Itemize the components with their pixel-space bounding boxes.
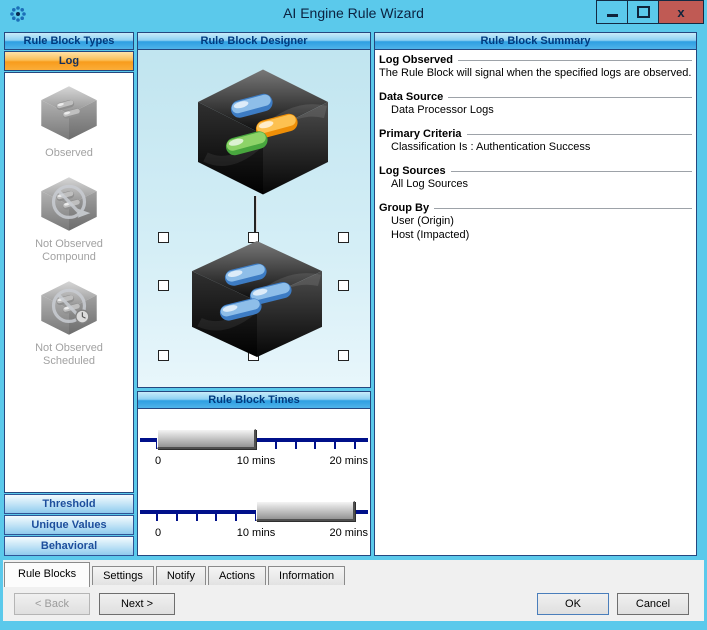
slider-label-mid: 10 mins [236,527,276,539]
minimize-icon [606,13,618,17]
slider-bar[interactable] [256,501,355,521]
designer-canvas[interactable] [138,50,370,388]
rule-block-types-panel: Rule Block Types Log Observed Not Observ… [4,32,134,556]
close-button[interactable]: x [658,0,704,24]
slider-label-min: 0 [155,455,162,467]
rule-block-designer-header: Rule Block Designer [138,33,370,50]
back-button[interactable]: < Back [14,593,90,615]
summary-section-log-sources: Log Sources All Log Sources [379,165,692,191]
unique-values-type-button[interactable]: Unique Values [4,515,134,535]
section-heading: Log Observed [379,54,453,66]
tab-information[interactable]: Information [268,566,346,585]
type-item-not-observed-scheduled[interactable]: Not Observed Scheduled [19,278,119,368]
rule-block-cube-source[interactable] [188,62,338,202]
selection-handle[interactable] [338,350,349,361]
slider-label-mid: 10 mins [236,455,276,467]
maximize-icon [636,6,650,18]
title-bar[interactable]: AI Engine Rule Wizard x [0,0,707,28]
log-type-button[interactable]: Log [4,51,134,71]
tab-actions[interactable]: Actions [207,566,267,585]
section-divider [434,207,692,211]
slider-label-max: 20 mins [329,527,368,539]
rule-block-summary-panel: Rule Block Summary Log Observed The Rule… [374,32,697,556]
rule-block-summary-header: Rule Block Summary [375,33,696,50]
cancel-button[interactable]: Cancel [617,593,689,615]
rule-block-types-header: Rule Block Types [4,32,134,50]
rule-block-times-panel: Rule Block Times 0 10 mins 20 mins 0 10 … [137,391,371,556]
wizard-tabs: Rule Blocks Settings Notify Actions Info… [4,562,347,587]
slider-label-min: 0 [155,527,162,539]
behavioral-type-button[interactable]: Behavioral [4,536,134,556]
time-slider-1: 0 10 mins 20 mins [140,428,368,474]
ai-engine-rule-wizard-window: AI Engine Rule Wizard x Rule Block Types… [0,0,707,630]
tab-notify[interactable]: Notify [155,566,206,585]
selection-handle[interactable] [158,232,169,243]
section-heading: Log Sources [379,165,446,177]
section-divider [448,96,692,100]
type-item-not-observed-compound[interactable]: Not Observed Compound [19,174,119,264]
cube-not-observed-compound-icon [37,174,101,234]
section-divider [450,170,692,174]
section-text: Classification Is : Authentication Succe… [391,141,591,153]
type-item-label: Not Observed Compound [35,238,103,263]
selection-handle[interactable] [158,350,169,361]
section-text: The Rule Block will signal when the spec… [379,67,692,79]
block-connector-line [254,196,257,236]
summary-section-data-source: Data Source Data Processor Logs [379,91,692,117]
slider-bar[interactable] [157,429,256,449]
rule-block-designer-panel: Rule Block Designer [137,32,371,388]
selection-handle[interactable] [158,280,169,291]
rule-block-cube-selected[interactable] [182,234,332,364]
cube-observed-icon [37,83,101,143]
section-heading: Data Source [379,91,444,103]
maximize-button[interactable] [627,0,659,24]
section-text: Host (Impacted) [391,229,470,241]
ok-button[interactable]: OK [537,593,609,615]
type-item-label: Observed [45,147,93,159]
tab-rule-blocks[interactable]: Rule Blocks [4,562,91,587]
type-item-label: Not Observed Scheduled [35,342,103,367]
summary-section-group-by: Group By User (Origin) Host (Impacted) [379,202,692,242]
selection-handle[interactable] [338,232,349,243]
bottom-strip: Rule Blocks Settings Notify Actions Info… [3,560,704,621]
section-heading: Primary Criteria [379,128,462,140]
minimize-button[interactable] [596,0,628,24]
cube-not-observed-scheduled-icon [37,278,101,338]
next-button[interactable]: Next > [99,593,175,615]
type-item-observed[interactable]: Observed [19,83,119,160]
wizard-content: Rule Block Types Log Observed Not Observ… [3,28,704,621]
selection-handle[interactable] [338,280,349,291]
rule-block-type-list: Observed Not Observed Compound Not Obser… [4,72,134,493]
rule-block-times-header: Rule Block Times [138,392,370,409]
section-divider [457,59,692,63]
section-text: Data Processor Logs [391,104,494,116]
section-text: User (Origin) [391,215,454,227]
time-slider-2: 0 10 mins 20 mins [140,500,368,546]
threshold-type-button[interactable]: Threshold [4,494,134,514]
section-heading: Group By [379,202,430,214]
section-text: All Log Sources [391,178,469,190]
summary-section-log-observed: Log Observed The Rule Block will signal … [379,54,692,80]
summary-section-primary-criteria: Primary Criteria Classification Is : Aut… [379,128,692,154]
section-divider [466,133,692,137]
tab-settings[interactable]: Settings [92,566,154,585]
slider-label-max: 20 mins [329,455,368,467]
